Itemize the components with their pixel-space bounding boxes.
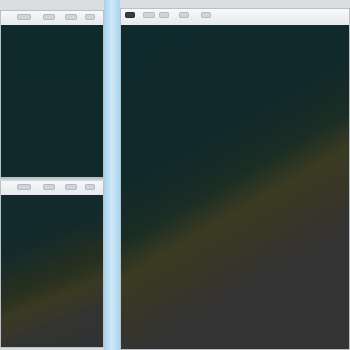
toolbar-button[interactable]: [85, 14, 95, 20]
viewport-bottom-left[interactable]: [1, 195, 103, 347]
pane-top-left: [0, 10, 104, 178]
horizontal-splitter[interactable]: [0, 178, 104, 181]
toolbar-button-active[interactable]: [125, 12, 135, 18]
toolbar-button[interactable]: [43, 14, 55, 20]
toolbar-button[interactable]: [43, 184, 55, 190]
toolbar-button[interactable]: [143, 12, 155, 18]
toolbar-button[interactable]: [17, 14, 31, 20]
toolbar-main: [121, 9, 349, 26]
app-window: [0, 0, 350, 350]
toolbar-button[interactable]: [65, 184, 77, 190]
vertical-splitter[interactable]: [104, 0, 120, 350]
toolbar-button[interactable]: [65, 14, 77, 20]
toolbar-button[interactable]: [17, 184, 31, 190]
toolbar-button[interactable]: [179, 12, 189, 18]
viewport-top-left[interactable]: [1, 25, 103, 177]
toolbar-button[interactable]: [201, 12, 211, 18]
pane-main: [120, 8, 350, 350]
toolbar-button[interactable]: [85, 184, 95, 190]
toolbar-button[interactable]: [159, 12, 169, 18]
viewport-main[interactable]: [121, 25, 349, 349]
pane-bottom-left: [0, 180, 104, 348]
toolbar-bottom-left: [1, 181, 103, 196]
toolbar-top-left: [1, 11, 103, 26]
